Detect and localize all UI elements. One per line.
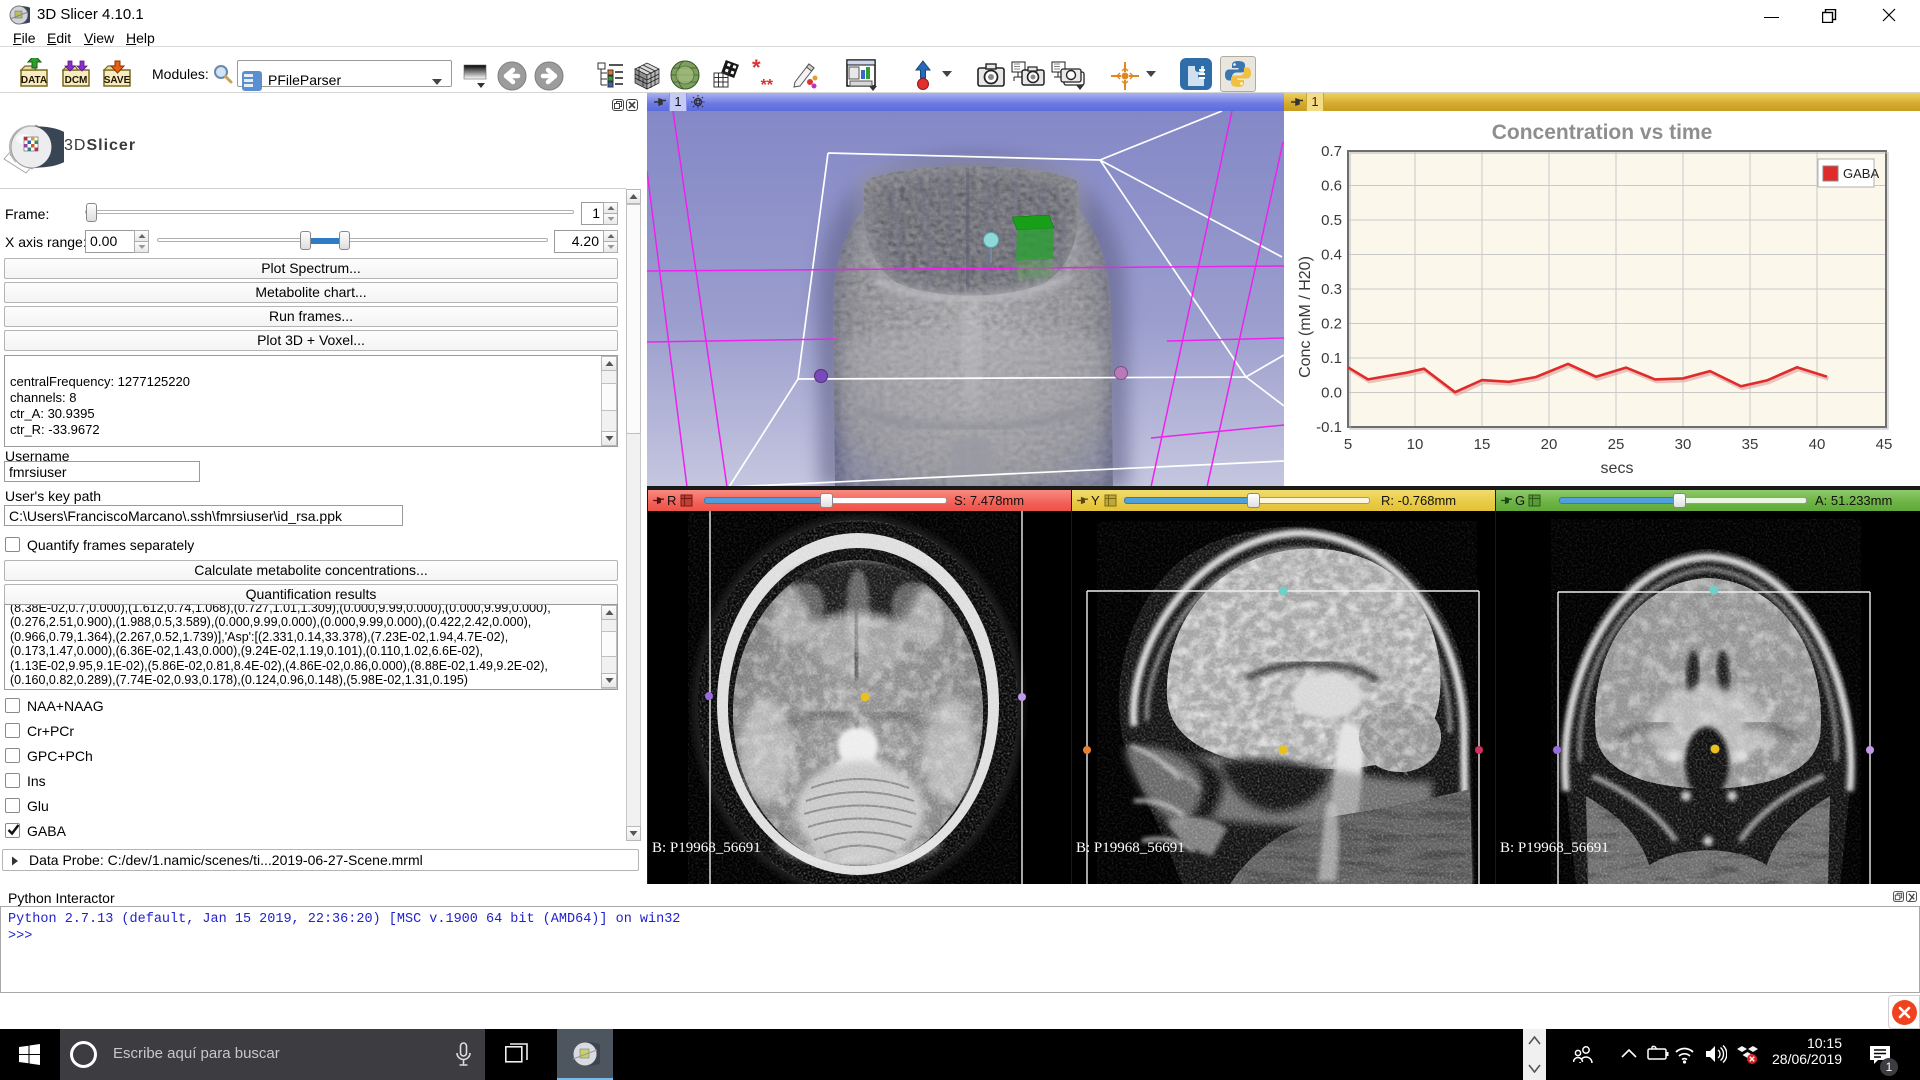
svg-text:B: P19968_56691: B: P19968_56691 (652, 840, 761, 856)
svg-text:0.7: 0.7 (1321, 143, 1342, 160)
svg-text:DATA: DATA (21, 75, 47, 86)
svg-text:30: 30 (1675, 436, 1692, 453)
svg-text:secs: secs (1601, 460, 1634, 477)
svg-text:15: 15 (1474, 436, 1491, 453)
svg-text:0.1: 0.1 (1321, 350, 1342, 367)
svg-text:5: 5 (1344, 436, 1352, 453)
svg-text:B: P19968_56691: B: P19968_56691 (1500, 840, 1609, 856)
svg-text:40: 40 (1809, 436, 1826, 453)
svg-text:Conc (mM / H20): Conc (mM / H20) (1297, 256, 1314, 378)
svg-text:-0.1: -0.1 (1316, 419, 1342, 436)
svg-text:GABA: GABA (1843, 166, 1879, 181)
svg-text:10: 10 (1407, 436, 1424, 453)
svg-text:0.2: 0.2 (1321, 316, 1342, 333)
svg-text:45: 45 (1876, 436, 1893, 453)
svg-text:35: 35 (1742, 436, 1759, 453)
svg-text:SAVE: SAVE (104, 75, 131, 86)
svg-text:0.0: 0.0 (1321, 385, 1342, 402)
svg-text:25: 25 (1608, 436, 1625, 453)
svg-text:0.3: 0.3 (1321, 281, 1342, 298)
svg-text:0.6: 0.6 (1321, 178, 1342, 195)
svg-text:0.4: 0.4 (1321, 247, 1342, 264)
svg-text:0.5: 0.5 (1321, 212, 1342, 229)
svg-text:20: 20 (1541, 436, 1558, 453)
svg-text:DCM: DCM (65, 75, 88, 86)
svg-text:B: P19968_56691: B: P19968_56691 (1076, 840, 1185, 856)
